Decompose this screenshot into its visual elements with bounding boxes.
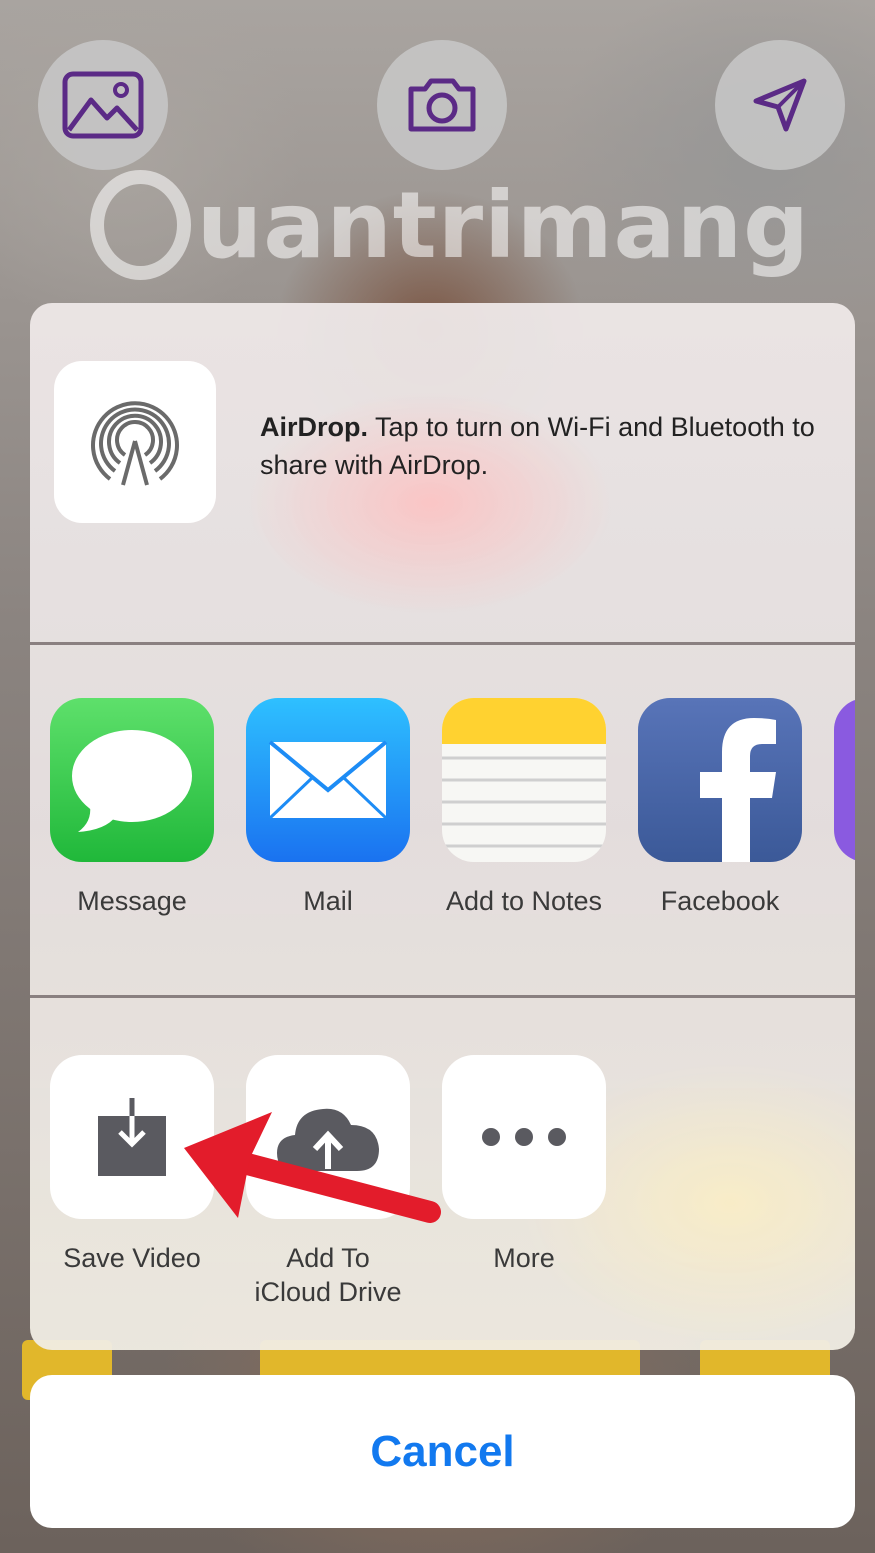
action-label: Save Video: [63, 1243, 201, 1273]
airdrop-title: AirDrop.: [260, 412, 368, 442]
share-sheet: AirDrop. Tap to turn on Wi-Fi and Blueto…: [30, 303, 855, 1350]
send-button[interactable]: [715, 40, 845, 170]
app-label: Mail: [303, 886, 353, 916]
camera-icon: [408, 78, 476, 132]
app-label: Facebook: [660, 886, 780, 916]
app-facebook[interactable]: Facebook: [638, 698, 802, 918]
send-icon: [753, 78, 807, 132]
viber-icon: [834, 698, 855, 862]
airdrop-icon: [91, 401, 179, 487]
watermark: uantrimang: [90, 170, 810, 280]
camera-button[interactable]: [377, 40, 507, 170]
airdrop-button[interactable]: [54, 361, 216, 523]
message-icon: [50, 698, 214, 862]
save-video-icon: [50, 1055, 214, 1219]
mail-icon: [246, 698, 410, 862]
image-icon: [62, 71, 144, 139]
app-mail[interactable]: Mail: [246, 698, 410, 918]
action-save-video[interactable]: Save Video: [50, 1055, 214, 1275]
action-more[interactable]: More: [442, 1055, 606, 1275]
app-label: Message: [77, 886, 187, 916]
more-icon: [442, 1055, 606, 1219]
facebook-icon: [638, 698, 802, 862]
action-label: Add To iCloud Drive: [254, 1243, 402, 1307]
app-partial[interactable]: [834, 698, 855, 862]
app-message[interactable]: Message: [50, 698, 214, 918]
section-divider: [30, 642, 855, 645]
notes-icon: [442, 698, 606, 862]
cancel-label: Cancel: [370, 1426, 515, 1476]
section-divider: [30, 995, 855, 998]
lightbulb-logo-icon: [90, 170, 191, 280]
cancel-button[interactable]: Cancel: [30, 1375, 855, 1528]
gallery-button[interactable]: [38, 40, 168, 170]
icloud-upload-icon: [246, 1055, 410, 1219]
airdrop-description: AirDrop. Tap to turn on Wi-Fi and Blueto…: [260, 408, 820, 484]
action-icloud-drive[interactable]: Add To iCloud Drive: [246, 1055, 410, 1309]
action-label: More: [493, 1243, 555, 1273]
watermark-text: uantrimang: [196, 171, 810, 279]
app-notes[interactable]: Add to Notes: [442, 698, 606, 918]
app-label: Add to Notes: [445, 886, 603, 916]
